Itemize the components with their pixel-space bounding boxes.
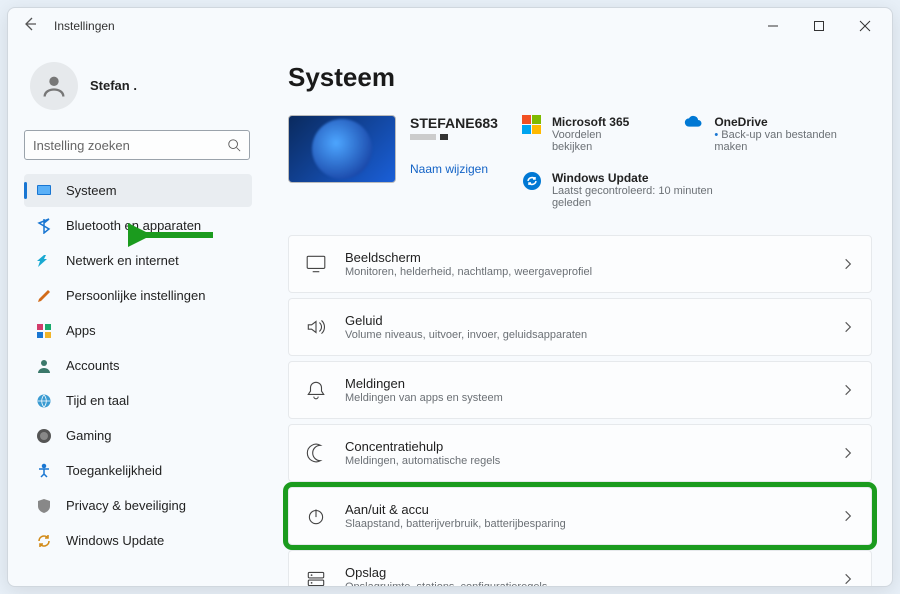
system-icon (36, 183, 52, 199)
card-power[interactable]: Aan/uit & accuSlaapstand, batterijverbru… (288, 487, 872, 545)
card-title: Opslag (345, 565, 823, 580)
sidebar-item-label: Persoonlijke instellingen (66, 288, 205, 303)
card-title: Aan/uit & accu (345, 502, 823, 517)
storage-icon (305, 568, 327, 586)
chevron-right-icon (841, 572, 855, 586)
main-panel: Systeem STEFANE683 Naam wijzigen (260, 44, 892, 586)
rename-link[interactable]: Naam wijzigen (410, 162, 498, 176)
sidebar-item-time[interactable]: Tijd en taal (24, 384, 252, 417)
sidebar-item-label: Privacy & beveiliging (66, 498, 186, 513)
sidebar-item-label: Windows Update (66, 533, 164, 548)
bell-icon (305, 379, 327, 401)
sidebar-item-label: Apps (66, 323, 96, 338)
close-button[interactable] (842, 10, 888, 42)
sidebar-item-label: Toegankelijkheid (66, 463, 162, 478)
card-sound[interactable]: GeluidVolume niveaus, uitvoer, invoer, g… (288, 298, 872, 356)
profile-name: Stefan . (90, 78, 137, 93)
network-icon (36, 253, 52, 269)
card-title: Beeldscherm (345, 250, 823, 265)
sound-icon (305, 316, 327, 338)
sidebar-item-apps[interactable]: Apps (24, 314, 252, 347)
globe-icon (36, 393, 52, 409)
card-title: Concentratiehulp (345, 439, 823, 454)
card-sub: Opslagruimte, stations, configuratierege… (345, 581, 823, 586)
profile-block[interactable]: Stefan . (24, 56, 252, 124)
sidebar-item-accessibility[interactable]: Toegankelijkheid (24, 454, 252, 487)
chevron-right-icon (841, 509, 855, 523)
sidebar-item-gaming[interactable]: Gaming (24, 419, 252, 452)
sidebar-item-bluetooth[interactable]: Bluetooth en apparaten (24, 209, 252, 242)
search-box[interactable] (24, 130, 250, 160)
service-sub: Voordelen bekijken (552, 129, 644, 153)
service-title: Microsoft 365 (552, 115, 644, 129)
card-title: Meldingen (345, 376, 823, 391)
sidebar: Stefan . Systeem Bluetooth en apparaten … (8, 44, 260, 586)
service-update[interactable]: Windows Update Laatst gecontroleerd: 10 … (522, 171, 872, 209)
card-focus[interactable]: ConcentratiehulpMeldingen, automatische … (288, 424, 872, 482)
window-title: Instellingen (54, 19, 115, 33)
brush-icon (36, 288, 52, 304)
microsoft-icon (522, 115, 542, 135)
sidebar-item-label: Tijd en taal (66, 393, 129, 408)
gaming-icon (36, 428, 52, 444)
sidebar-item-label: Accounts (66, 358, 119, 373)
shield-icon (36, 498, 52, 514)
maximize-button[interactable] (796, 10, 842, 42)
sidebar-item-personalization[interactable]: Persoonlijke instellingen (24, 279, 252, 312)
sidebar-item-accounts[interactable]: Accounts (24, 349, 252, 382)
display-icon (305, 253, 327, 275)
sidebar-item-update[interactable]: Windows Update (24, 524, 252, 557)
pc-name: STEFANE683 (410, 115, 498, 131)
settings-window: Instellingen Stefan . (7, 7, 893, 587)
minimize-button[interactable] (750, 10, 796, 42)
pc-spec-bars (410, 134, 498, 140)
sidebar-item-privacy[interactable]: Privacy & beveiliging (24, 489, 252, 522)
chevron-right-icon (841, 257, 855, 271)
back-button[interactable] (22, 16, 38, 37)
sidebar-item-label: Systeem (66, 183, 117, 198)
sidebar-item-label: Netwerk en internet (66, 253, 179, 268)
chevron-right-icon (841, 446, 855, 460)
search-icon (227, 138, 241, 152)
accessibility-icon (36, 463, 52, 479)
card-sub: Volume niveaus, uitvoer, invoer, geluids… (345, 329, 823, 341)
sidebar-item-network[interactable]: Netwerk en internet (24, 244, 252, 277)
search-input[interactable] (33, 138, 227, 153)
power-icon (305, 505, 327, 527)
chevron-right-icon (841, 383, 855, 397)
sidebar-item-system[interactable]: Systeem (24, 174, 252, 207)
desktop-thumbnail (288, 115, 396, 183)
update-icon (36, 533, 52, 549)
accounts-icon (36, 358, 52, 374)
service-onedrive[interactable]: OneDrive Back-up van bestanden maken (684, 115, 872, 153)
avatar (30, 62, 78, 110)
card-storage[interactable]: OpslagOpslagruimte, stations, configurat… (288, 550, 872, 586)
pc-info[interactable]: STEFANE683 Naam wijzigen (288, 115, 498, 209)
service-m365[interactable]: Microsoft 365 Voordelen bekijken (522, 115, 644, 153)
sidebar-item-label: Bluetooth en apparaten (66, 218, 201, 233)
onedrive-icon (684, 115, 704, 135)
apps-icon (36, 323, 52, 339)
update-status-icon (522, 171, 542, 191)
card-notifications[interactable]: MeldingenMeldingen van apps en systeem (288, 361, 872, 419)
card-sub: Meldingen, automatische regels (345, 455, 823, 467)
page-title: Systeem (288, 62, 872, 93)
bluetooth-icon (36, 218, 52, 234)
card-sub: Meldingen van apps en systeem (345, 392, 823, 404)
card-display[interactable]: BeeldschermMonitoren, helderheid, nachtl… (288, 235, 872, 293)
service-title: Windows Update (552, 171, 732, 185)
card-sub: Slaapstand, batterijverbruik, batterijbe… (345, 518, 823, 530)
moon-icon (305, 442, 327, 464)
chevron-right-icon (841, 320, 855, 334)
sidebar-item-label: Gaming (66, 428, 112, 443)
card-title: Geluid (345, 313, 823, 328)
card-sub: Monitoren, helderheid, nachtlamp, weerga… (345, 266, 823, 278)
titlebar: Instellingen (8, 8, 892, 44)
service-sub: Back-up van bestanden maken (714, 129, 872, 153)
service-title: OneDrive (714, 115, 872, 129)
service-sub: Laatst gecontroleerd: 10 minuten geleden (552, 185, 732, 209)
